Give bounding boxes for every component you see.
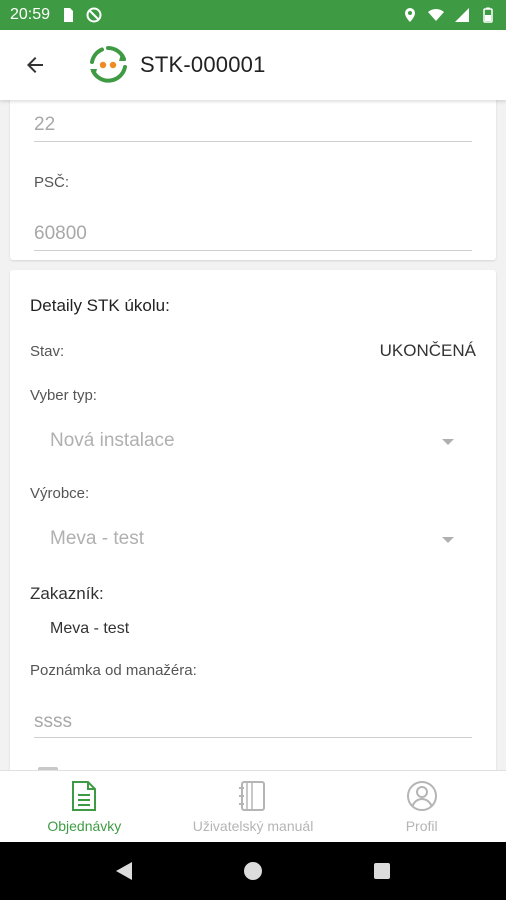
system-back-button[interactable] bbox=[104, 851, 144, 891]
psc-label: PSČ: bbox=[34, 174, 70, 191]
nav-profil[interactable]: Profil bbox=[337, 771, 506, 842]
circle-home-icon bbox=[243, 862, 262, 880]
location-icon bbox=[405, 8, 415, 22]
nav-profil-label: Profil bbox=[405, 817, 438, 834]
square-recents-icon bbox=[373, 863, 390, 879]
vyrobce-label: Výrobce: bbox=[30, 485, 90, 502]
system-navigation-bar bbox=[0, 842, 506, 900]
sd-card-icon bbox=[64, 8, 74, 22]
profile-icon bbox=[406, 780, 437, 811]
page-title: STK-000001 bbox=[140, 52, 266, 77]
psc-underline bbox=[34, 250, 472, 251]
book-icon bbox=[239, 780, 265, 811]
nav-objednavky[interactable]: Objednávky bbox=[0, 771, 169, 842]
house-number-field[interactable]: 22 bbox=[34, 114, 55, 136]
nav-objednavky-label: Objednávky bbox=[47, 817, 122, 834]
stav-label: Stav: bbox=[30, 343, 65, 360]
poznamka-label: Poznámka od manažéra: bbox=[30, 662, 197, 679]
typ-dropdown-value: Nová instalace bbox=[50, 430, 175, 451]
back-button[interactable] bbox=[0, 30, 70, 100]
system-home-button[interactable] bbox=[233, 851, 273, 891]
battery-icon bbox=[483, 7, 493, 23]
zakaznik-label: Zakazník: bbox=[30, 584, 104, 603]
system-recents-button[interactable] bbox=[362, 851, 402, 891]
signal-icon bbox=[455, 8, 469, 22]
status-time: 20:59 bbox=[10, 6, 51, 23]
bottom-navigation: Objednávky Uživatelský manuál Profil bbox=[0, 770, 506, 842]
typ-dropdown-arrow-icon bbox=[442, 439, 454, 445]
triangle-back-icon bbox=[116, 862, 133, 880]
stk-detail-card: Detaily STK úkolu: Stav: UKONČENÁ Vyber … bbox=[10, 270, 496, 770]
typ-dropdown[interactable]: Nová instalace bbox=[30, 418, 470, 458]
app-bar: STK-000001 bbox=[0, 30, 506, 100]
document-icon bbox=[72, 780, 97, 811]
vyrobce-dropdown[interactable]: Meva - test bbox=[30, 516, 470, 556]
house-number-underline bbox=[34, 141, 472, 142]
psc-field[interactable]: 60800 bbox=[34, 223, 87, 245]
nav-uzivatelsky-manual-label: Uživatelský manuál bbox=[192, 817, 314, 834]
detail-section-title: Detaily STK úkolu: bbox=[30, 296, 170, 315]
vyrobce-dropdown-arrow-icon bbox=[442, 537, 454, 543]
app-logo-icon bbox=[90, 45, 127, 83]
arrow-left-icon bbox=[27, 57, 43, 73]
status-bar: 20:59 bbox=[0, 0, 506, 30]
content-scroll-area[interactable]: 22 PSČ: 60800 Detaily STK úkolu: Stav: U… bbox=[0, 100, 506, 770]
vyrobce-dropdown-value: Meva - test bbox=[50, 528, 144, 549]
zakaznik-value: Meva - test bbox=[50, 620, 130, 637]
address-card: 22 PSČ: 60800 bbox=[10, 100, 496, 260]
do-not-disturb-icon bbox=[86, 7, 102, 23]
poznamka-field[interactable]: ssss bbox=[34, 711, 72, 733]
stav-value: UKONČENÁ bbox=[379, 341, 476, 360]
typ-label: Vyber typ: bbox=[30, 387, 97, 404]
nav-uzivatelsky-manual[interactable]: Uživatelský manuál bbox=[169, 771, 338, 842]
wifi-icon bbox=[428, 8, 444, 21]
poznamka-underline bbox=[34, 737, 472, 738]
